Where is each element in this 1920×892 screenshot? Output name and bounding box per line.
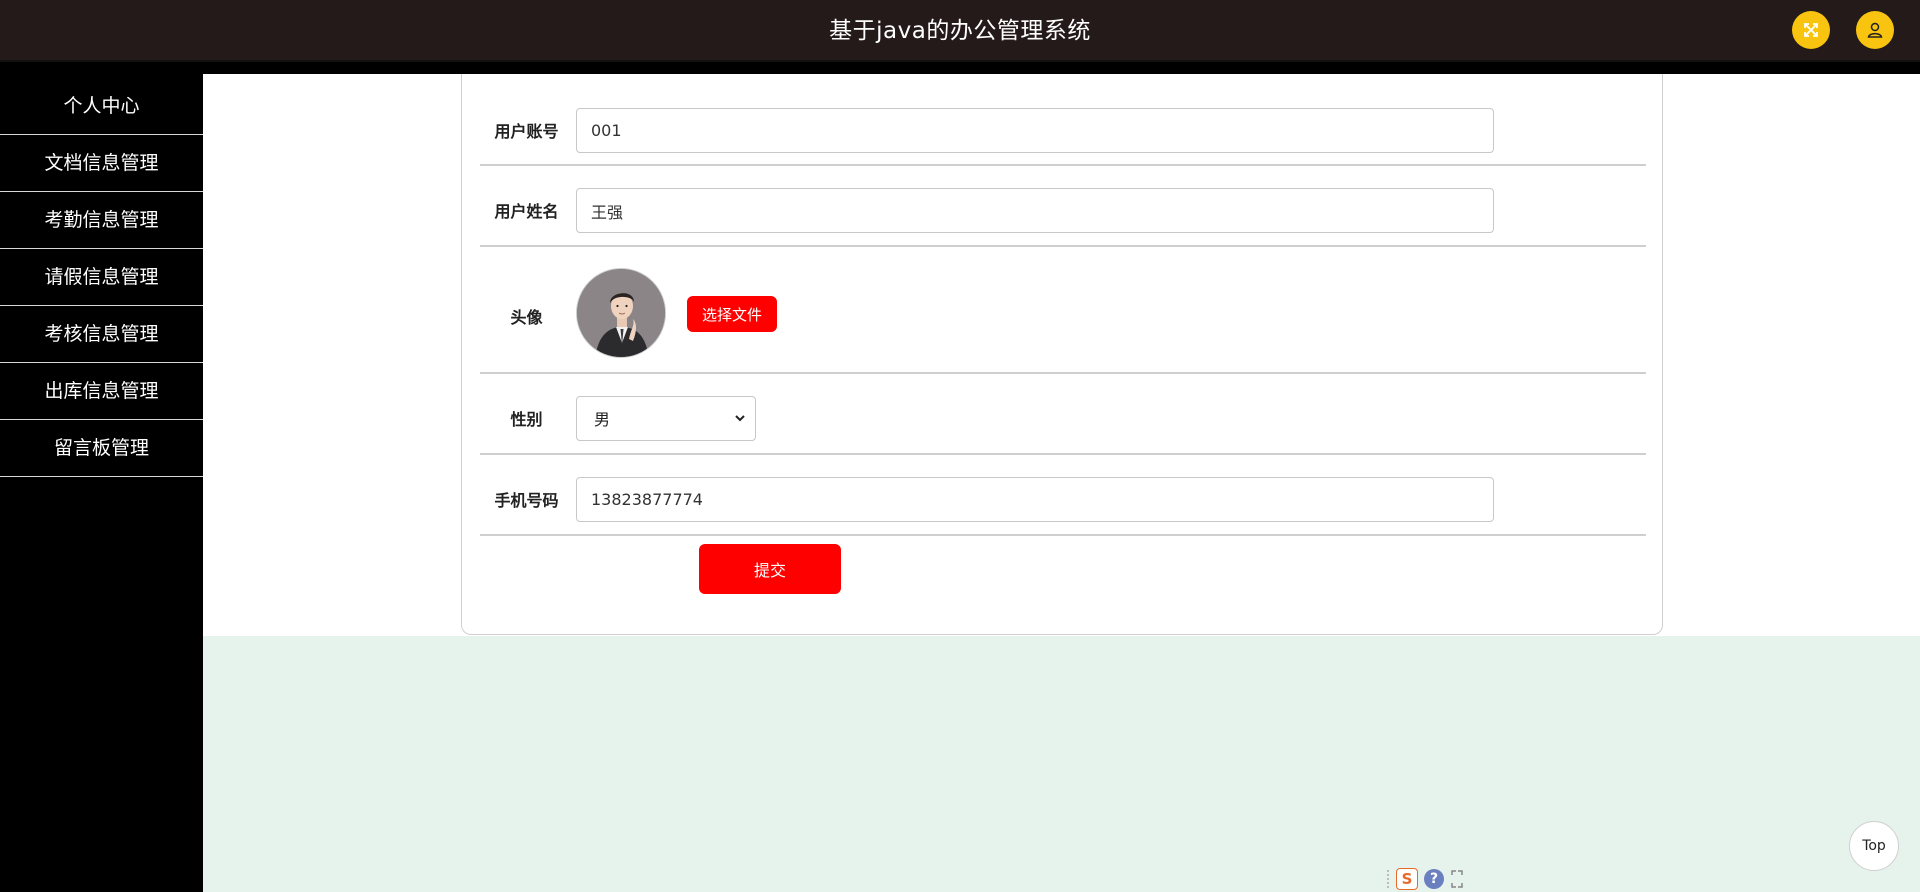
back-to-top-button[interactable]: Top — [1849, 821, 1899, 871]
help-icon[interactable]: ? — [1424, 868, 1444, 889]
name-row: 用户姓名 — [480, 166, 1646, 247]
sidebar-item-attendance[interactable]: 考勤信息管理 — [0, 192, 203, 249]
tray-drag-handle[interactable] — [1387, 869, 1390, 888]
input-method-tray: S ? — [1383, 865, 1473, 892]
fullscreen-icon — [1804, 23, 1818, 37]
user-icon — [1867, 22, 1883, 38]
phone-input[interactable] — [576, 477, 1494, 522]
sidebar-item-personal-center[interactable]: 个人中心 — [0, 78, 203, 135]
sidebar-item-assessment[interactable]: 考核信息管理 — [0, 306, 203, 363]
chevron-down-icon — [735, 415, 745, 422]
gender-row: 性别 男 — [480, 374, 1646, 455]
name-input[interactable] — [576, 188, 1494, 233]
avatar-portrait-icon — [577, 269, 665, 357]
main-content: 用户账号 用户姓名 头像 — [203, 74, 1920, 636]
sidebar-item-message-board[interactable]: 留言板管理 — [0, 420, 203, 477]
name-label: 用户姓名 — [494, 202, 559, 221]
header-shadow — [0, 62, 1920, 74]
sidebar-menu: 个人中心 文档信息管理 考勤信息管理 请假信息管理 考核信息管理 出库信息管理 … — [0, 78, 203, 477]
avatar — [576, 268, 666, 358]
gender-selected-value: 男 — [594, 410, 611, 429]
avatar-label: 头像 — [510, 308, 543, 327]
gender-label: 性别 — [510, 410, 543, 429]
avatar-row: 头像 选择文件 — [480, 247, 1646, 374]
choose-file-button[interactable]: 选择文件 — [687, 296, 777, 332]
top-header: 基于java的办公管理系统 — [0, 0, 1920, 62]
sogou-ime-icon[interactable]: S — [1396, 867, 1418, 890]
profile-form: 用户账号 用户姓名 头像 — [461, 74, 1663, 635]
sidebar-item-outbound[interactable]: 出库信息管理 — [0, 363, 203, 420]
account-label: 用户账号 — [494, 122, 559, 141]
account-input[interactable] — [576, 108, 1494, 153]
gender-select[interactable]: 男 — [576, 396, 756, 441]
sidebar: 个人中心 文档信息管理 考勤信息管理 请假信息管理 考核信息管理 出库信息管理 … — [0, 62, 203, 892]
user-button[interactable] — [1856, 11, 1894, 49]
phone-label: 手机号码 — [494, 491, 559, 510]
app-title: 基于java的办公管理系统 — [829, 18, 1091, 44]
sidebar-item-documents[interactable]: 文档信息管理 — [0, 135, 203, 192]
phone-row: 手机号码 — [480, 455, 1646, 536]
fullscreen-button[interactable] — [1792, 11, 1830, 49]
submit-button[interactable]: 提交 — [699, 544, 841, 594]
expand-icon[interactable] — [1450, 869, 1464, 889]
account-row: 用户账号 — [480, 74, 1646, 166]
sidebar-item-leave[interactable]: 请假信息管理 — [0, 249, 203, 306]
